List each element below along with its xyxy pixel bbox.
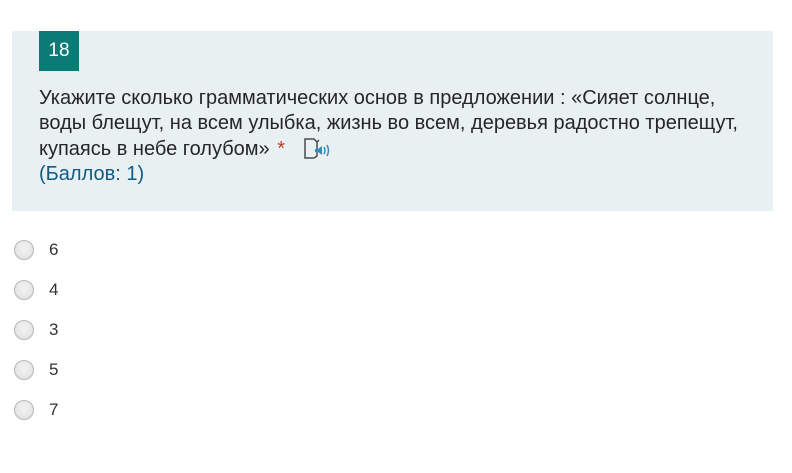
question-card: 18 Укажите сколько грамматических основ … [12,31,773,211]
question-points: (Баллов: 1) [39,163,145,185]
answer-option[interactable]: 6 [14,230,414,270]
answer-option[interactable]: 3 [14,310,414,350]
question-text: Укажите сколько грамматических основ в п… [39,87,738,160]
answer-option[interactable]: 5 [14,350,414,390]
answer-options: 6 4 3 5 7 [14,230,414,430]
radio-button[interactable] [14,240,34,260]
speaker-icon[interactable] [303,136,333,160]
question-text-block: Укажите сколько грамматических основ в п… [39,86,764,187]
answer-option-label: 5 [49,360,59,379]
radio-button[interactable] [14,320,34,340]
radio-button[interactable] [14,360,34,380]
answer-option-label: 4 [49,280,59,299]
answer-option-label: 6 [49,240,59,259]
answer-option-label: 3 [49,320,59,339]
question-number: 18 [39,31,79,71]
answer-option[interactable]: 7 [14,390,414,430]
answer-option[interactable]: 4 [14,270,414,310]
radio-button[interactable] [14,400,34,420]
required-asterisk: * [277,138,286,160]
radio-button[interactable] [14,280,34,300]
answer-option-label: 7 [49,400,59,419]
